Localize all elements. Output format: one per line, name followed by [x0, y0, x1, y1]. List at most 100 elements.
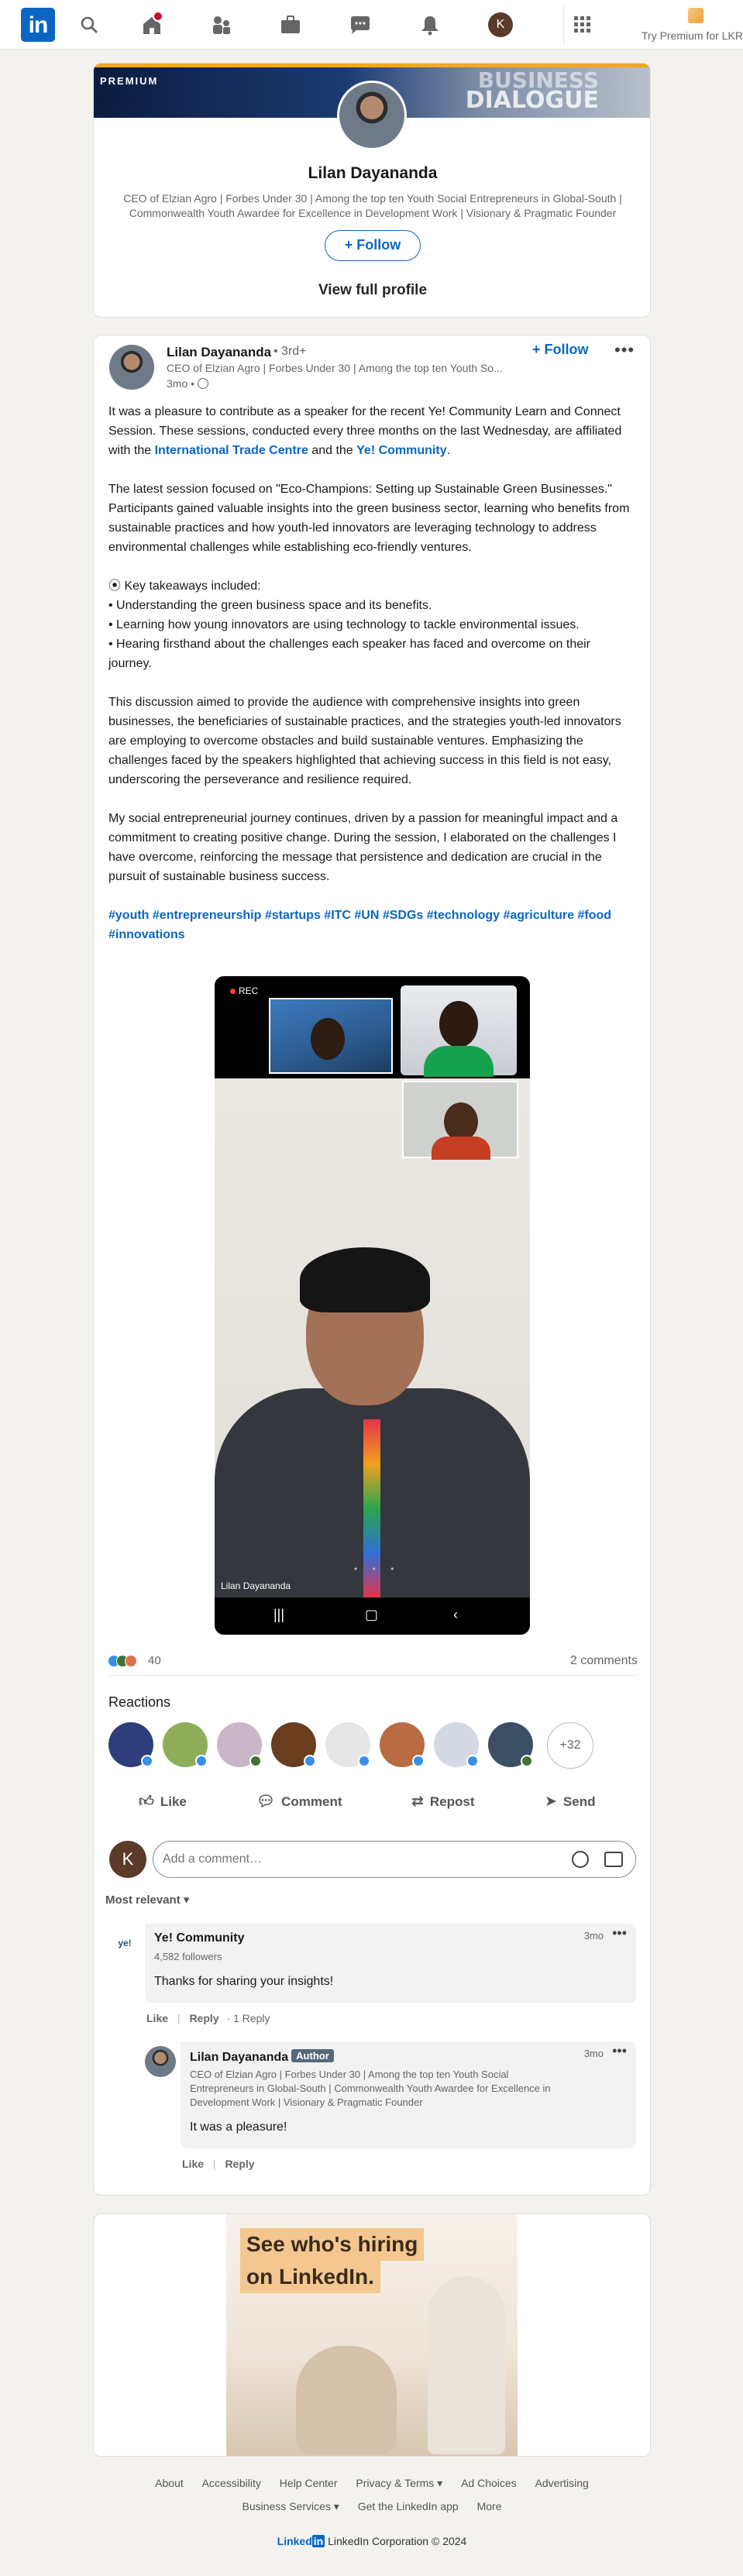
reactor-avatar[interactable]	[325, 1722, 370, 1767]
profile-name[interactable]: Lilan Dayananda	[94, 164, 650, 183]
profile-card: PREMIUM BUSINESS DIALOGUE Lilan Dayanand…	[93, 63, 651, 318]
footer-link[interactable]: Ad Choices	[461, 2477, 517, 2489]
repost-icon: ⇄	[411, 1794, 424, 1810]
post-paragraph-2: The latest session focused on "Eco-Champ…	[108, 483, 630, 554]
like-label: Like	[160, 1794, 187, 1809]
comment-more-icon[interactable]: •••	[612, 1925, 627, 1941]
ye-community-link[interactable]: Ye! Community	[356, 444, 446, 457]
reply-bubble: Lilan Dayananda Author CEO of Elzian Agro…	[181, 2041, 636, 2148]
participant-face	[439, 1001, 478, 1047]
profile-photo-avatar[interactable]	[337, 81, 407, 150]
timestamp-text: 3mo •	[167, 377, 195, 390]
comment-button[interactable]: 💬︎ Comment	[256, 1783, 342, 1821]
reactor-avatar[interactable]	[434, 1722, 479, 1767]
premium-label: PREMIUM	[100, 75, 159, 87]
ad-card[interactable]: See who's hiring on LinkedIn.	[93, 2213, 651, 2457]
commenter-avatar[interactable]: ye!	[109, 1928, 140, 1959]
more-options-icon[interactable]: •••	[614, 340, 635, 360]
thumbs-up-icon: 👍︎	[139, 1794, 154, 1810]
more-reactors-button[interactable]: +32	[547, 1722, 593, 1769]
footer-link[interactable]: Help Center	[280, 2477, 338, 2489]
follow-button[interactable]: + Follow	[325, 230, 421, 261]
globe-icon	[198, 378, 209, 389]
love-reaction-icon	[125, 1654, 137, 1667]
image-icon[interactable]	[604, 1852, 623, 1867]
separator: |	[212, 2158, 216, 2170]
reply-like-button[interactable]: Like	[182, 2158, 204, 2170]
home-icon[interactable]	[140, 11, 163, 36]
reply-count[interactable]: · 1 Reply	[226, 2012, 270, 2024]
jobs-icon[interactable]	[279, 14, 302, 36]
reply-author-avatar[interactable]	[145, 2046, 176, 2077]
reply-more-icon[interactable]: •••	[612, 2043, 627, 2059]
try-premium-link[interactable]: Try Premium for LKR0	[642, 29, 743, 42]
search-icon[interactable]	[78, 14, 101, 36]
rec-indicator: REC	[230, 985, 258, 996]
hashtags[interactable]: #youth #entrepreneurship #startups #ITC …	[108, 906, 635, 944]
footer-link[interactable]: Get the LinkedIn app	[358, 2500, 459, 2512]
apps-grid-icon[interactable]	[571, 14, 594, 36]
comment-count[interactable]: 2 comments	[570, 1654, 638, 1668]
footer-link[interactable]: Advertising	[535, 2477, 589, 2489]
comment-box[interactable]	[153, 1841, 636, 1878]
footer: About Accessibility Help Center Privacy …	[93, 2471, 651, 2547]
send-label: Send	[562, 1794, 596, 1809]
reply-author-headline: CEO of Elzian Agro | Forbes Under 30 | A…	[190, 2069, 551, 2108]
repost-button[interactable]: ⇄ Repost	[411, 1783, 475, 1821]
reactor-avatar[interactable]	[217, 1722, 262, 1767]
my-network-icon[interactable]	[209, 14, 232, 36]
post-body: It was a pleasure to contribute as a spe…	[108, 402, 635, 964]
like-button[interactable]: 👍︎ Like	[139, 1783, 187, 1821]
like-badge-icon	[412, 1755, 425, 1767]
reply-author-name[interactable]: Lilan Dayananda Author	[190, 2049, 334, 2065]
notifications-icon[interactable]	[418, 14, 442, 36]
celebrate-badge-icon	[249, 1755, 262, 1767]
footer-link[interactable]: More	[477, 2500, 502, 2512]
footer-link[interactable]: Business Services ▾	[243, 2500, 339, 2512]
reaction-count[interactable]: 40	[148, 1654, 161, 1667]
footer-row-1: About Accessibility Help Center Privacy …	[93, 2471, 651, 2495]
connection-degree: • 3rd+	[273, 345, 307, 358]
reactor-avatar[interactable]	[108, 1722, 153, 1767]
view-full-profile-link[interactable]: View full profile	[94, 282, 650, 299]
reaction-icons[interactable]	[108, 1654, 137, 1668]
comment-input[interactable]	[163, 1849, 535, 1869]
ad-line-1: See who's hiring	[240, 2228, 425, 2261]
sort-comments-dropdown[interactable]: Most relevant ▾	[105, 1893, 189, 1907]
me-avatar[interactable]: K	[488, 12, 513, 37]
reactor-avatar[interactable]	[271, 1722, 316, 1767]
emoji-icon[interactable]	[572, 1851, 589, 1868]
separator: |	[177, 2012, 181, 2024]
linkedin-logo-icon[interactable]: in	[21, 8, 55, 42]
premium-icon[interactable]	[688, 8, 703, 23]
follow-button[interactable]: + Follow	[532, 342, 589, 358]
footer-link[interactable]: Privacy & Terms ▾	[356, 2477, 442, 2489]
reply-reply-button[interactable]: Reply	[225, 2158, 254, 2170]
ad-line-2: on LinkedIn.	[240, 2261, 380, 2293]
reactors-list: +32	[108, 1722, 635, 1770]
reactor-avatar[interactable]	[380, 1722, 425, 1767]
commenter-name[interactable]: Ye! Community	[154, 1931, 244, 1945]
reply-time: 3mo	[583, 2048, 604, 2059]
comment-reply-button[interactable]: Reply	[189, 2012, 218, 2024]
footer-link[interactable]: Accessibility	[202, 2477, 261, 2489]
post-paragraph-1: It was a pleasure to contribute as a spe…	[108, 402, 635, 460]
comment-like-button[interactable]: Like	[146, 2012, 168, 2024]
comment-icon: 💬︎	[256, 1794, 276, 1810]
actor-avatar[interactable]	[109, 345, 154, 390]
itc-link[interactable]: International Trade Centre	[155, 444, 308, 457]
footer-row-2: Business Services ▾ Get the LinkedIn app…	[93, 2495, 651, 2518]
current-user-avatar: K	[109, 1841, 146, 1878]
takeaway-2: • Learning how young innovators are usin…	[108, 618, 580, 631]
messaging-icon[interactable]	[349, 14, 372, 36]
reactor-avatar[interactable]	[488, 1722, 533, 1767]
linkedin-wordmark-icon: Linked in	[277, 2535, 325, 2547]
send-button[interactable]: ➤ Send	[545, 1783, 595, 1821]
ad-image[interactable]: See who's hiring on LinkedIn.	[226, 2214, 518, 2456]
post-video[interactable]: REC • • • Lilan Dayananda ||| ▢ ‹	[215, 976, 530, 1635]
send-icon: ➤	[545, 1794, 557, 1810]
author-badge: Author	[291, 2049, 334, 2062]
footer-link[interactable]: About	[155, 2477, 184, 2489]
actor-name[interactable]: Lilan Dayananda	[167, 345, 271, 360]
reactor-avatar[interactable]	[163, 1722, 208, 1767]
